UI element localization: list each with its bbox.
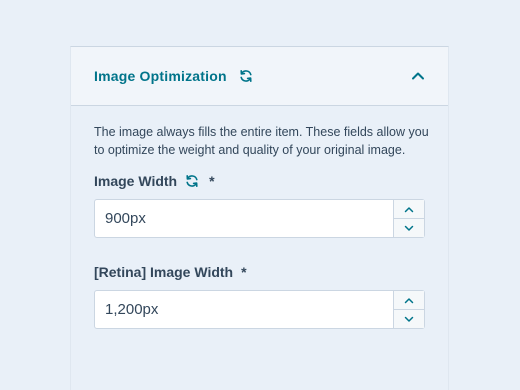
image-width-stepper [94,199,425,238]
decrement-button[interactable] [394,218,424,237]
panel-body: The image always fills the entire item. … [71,106,448,329]
refresh-icon[interactable] [239,69,253,83]
retina-image-width-stepper [94,290,425,329]
required-marker: * [241,264,247,280]
field-label: Image Width * [94,171,425,191]
increment-button[interactable] [394,291,424,309]
stepper-controls [393,291,424,328]
chevron-down-icon [404,225,414,231]
required-marker: * [209,173,215,189]
image-width-input[interactable] [95,200,393,237]
refresh-icon[interactable] [185,174,199,188]
retina-image-width-input[interactable] [95,291,393,328]
decrement-button[interactable] [394,309,424,328]
image-optimization-panel: Image Optimization The image always fill… [70,46,449,390]
chevron-up-icon[interactable] [411,71,425,81]
retina-image-width-label: [Retina] Image Width [94,264,234,280]
increment-button[interactable] [394,200,424,218]
chevron-down-icon [404,316,414,322]
section-description: The image always fills the entire item. … [94,125,429,157]
panel-title: Image Optimization [94,68,227,84]
chevron-up-icon [404,297,414,303]
panel-header[interactable]: Image Optimization [71,47,448,106]
image-width-field: Image Width * [94,171,425,238]
stepper-controls [393,200,424,237]
image-width-label: Image Width [94,173,178,189]
field-label: [Retina] Image Width * [94,262,425,282]
retina-image-width-field: [Retina] Image Width * [94,262,425,329]
chevron-up-icon [404,206,414,212]
